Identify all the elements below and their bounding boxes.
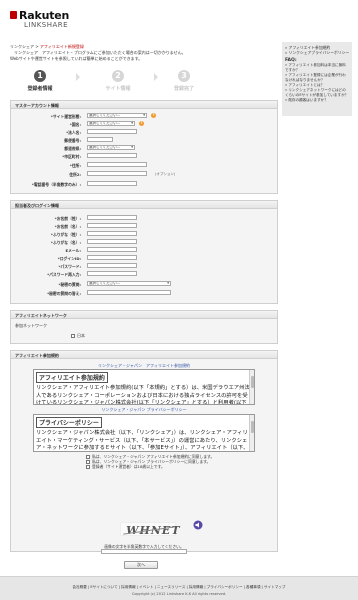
email-input[interactable] bbox=[87, 247, 137, 252]
last-name-input[interactable] bbox=[87, 215, 137, 220]
form-row: *住所: bbox=[11, 162, 277, 168]
section-title: 担当者及びログイン情報 bbox=[11, 201, 277, 209]
captcha-image: WHNET bbox=[120, 522, 182, 537]
site-type-select[interactable]: 選択してください... bbox=[87, 113, 147, 118]
master-account-section: マスターアカウント情報 *サイト運営形態: 選択してください... ? *国名:… bbox=[10, 100, 278, 194]
form-row: *秘密の質問の答え: bbox=[11, 290, 277, 296]
age-confirm-checkbox[interactable] bbox=[86, 465, 90, 469]
audio-captcha-icon[interactable] bbox=[192, 519, 204, 531]
terms-scrollbar[interactable] bbox=[249, 370, 254, 404]
form-row: 都道府県: 選択してください... bbox=[11, 145, 277, 151]
last-name-kana-input[interactable] bbox=[87, 231, 137, 236]
secret-question-select[interactable]: 選択してください... bbox=[87, 281, 171, 286]
privacy-text: リンクシェア・ジャパン株式会社（以下、「リンクシェア」）は、リンクシェア・アフィ… bbox=[36, 430, 249, 451]
terms-heading: アフィリエイト参加規約 bbox=[36, 372, 108, 383]
section-title: アフィリエイトネットワーク bbox=[11, 311, 277, 319]
footer-copyright: Copyright (c) 2012 Linkshare K.K All rig… bbox=[131, 592, 227, 596]
form-row: *お名前（姓）: bbox=[11, 215, 277, 221]
faq-item[interactable]: » アフィリエイト参加料は本当に無料ですか？ bbox=[285, 63, 349, 73]
step-indicator: 1 登録者情報 2 サイト情報 3 登録完了 bbox=[10, 70, 278, 96]
terms-box[interactable]: アフィリエイト参加規約 リンクシェア・アフィリエイト参加規約(以下「本規約」とす… bbox=[33, 369, 255, 405]
secret-answer-input[interactable] bbox=[87, 290, 171, 295]
privacy-scrollbar[interactable] bbox=[249, 415, 254, 451]
form-row: Eメール: bbox=[11, 247, 277, 253]
faq-item[interactable]: » リンクシェアネットワークにはどのくらいのEサイトが参加していますか？ bbox=[285, 88, 349, 98]
brand-sub: LINKSHARE bbox=[24, 21, 69, 29]
phone-input[interactable] bbox=[87, 181, 137, 186]
network-option[interactable]: 日本 bbox=[71, 333, 85, 339]
postal-code-input[interactable] bbox=[87, 137, 113, 142]
form-row: *国名: 選択してください... ? bbox=[11, 121, 277, 127]
form-row: *電話番号（半角数字のみ）: bbox=[11, 181, 277, 187]
city-input[interactable] bbox=[87, 153, 137, 158]
section-title: アフィリエイト参加規約 bbox=[11, 351, 277, 359]
address-input[interactable] bbox=[87, 162, 147, 167]
terms-text: リンクシェア・アフィリエイト参加規約(以下「本規約」とする）は、米国デラウエア州… bbox=[36, 385, 250, 405]
intro-text: リンクシェア アフィリエイト・プログラムにご参加いただく場合の案内は一切かかりま… bbox=[10, 50, 186, 61]
step-1: 1 登録者情報 bbox=[27, 70, 53, 92]
help-icon[interactable]: ? bbox=[139, 121, 144, 126]
footer: 会社概要 | Eサイトについて | 採用情報 | イベント | ニュースリリース… bbox=[0, 576, 358, 600]
step-2: 2 サイト情報 bbox=[105, 70, 131, 92]
first-name-input[interactable] bbox=[87, 223, 137, 228]
company-name-input[interactable] bbox=[87, 129, 137, 134]
next-button[interactable]: 次へ bbox=[124, 561, 158, 569]
header: Rakuten LINKSHARE bbox=[0, 0, 358, 34]
form-row: *パスワード: bbox=[11, 263, 277, 269]
form-row: *サイト運営形態: 選択してください... ? bbox=[11, 113, 277, 119]
form-row: *秘密の質問: 選択してください... bbox=[11, 281, 277, 287]
network-label: 参加ネットワーク bbox=[15, 323, 47, 328]
prefecture-select[interactable]: 選択してください... bbox=[87, 145, 135, 150]
faq-item[interactable]: » 既存の顧客はいますか？ bbox=[285, 98, 349, 103]
breadcrumb-home[interactable]: リンクシェア bbox=[10, 44, 34, 49]
form-row: *市区町村: bbox=[11, 153, 277, 159]
age-confirm-row[interactable]: 登録者（サイト運営者）は18歳以上です。 bbox=[86, 464, 165, 470]
step-arrow-icon bbox=[76, 73, 80, 81]
form-row: *ログインID: bbox=[11, 255, 277, 261]
form-row: *法人名: bbox=[11, 129, 277, 135]
sidebar: » アフィリエイト参加規約 » リンクシェアプライバシーポリシー FAQ: » … bbox=[282, 42, 352, 116]
breadcrumb-current: アフィリエイト新規登録 bbox=[39, 44, 84, 49]
country-select[interactable]: 選択してください... bbox=[87, 121, 135, 126]
password-confirm-input[interactable] bbox=[87, 271, 137, 276]
captcha-input[interactable] bbox=[101, 549, 187, 554]
help-icon[interactable]: ? bbox=[151, 113, 156, 118]
first-name-kana-input[interactable] bbox=[87, 239, 137, 244]
network-section: アフィリエイトネットワーク 参加ネットワーク 日本 bbox=[10, 310, 278, 344]
form-row: *ふりがな（姓）: bbox=[11, 231, 277, 237]
sidebar-link-privacy[interactable]: » リンクシェアプライバシーポリシー bbox=[285, 50, 349, 55]
network-checkbox[interactable] bbox=[71, 334, 75, 338]
contact-login-section: 担当者及びログイン情報 *お名前（姓）: *お名前（名）: *ふりがな（姓）: … bbox=[10, 200, 278, 304]
form-row: 住所2: (オプション) bbox=[69, 171, 176, 177]
password-input[interactable] bbox=[87, 263, 137, 268]
step-3: 3 登録完了 bbox=[173, 70, 194, 92]
login-id-input[interactable] bbox=[87, 255, 137, 260]
footer-links[interactable]: 会社概要 | Eサイトについて | 採用情報 | イベント | ニュースリリース… bbox=[0, 585, 358, 590]
section-title: マスターアカウント情報 bbox=[11, 101, 277, 109]
faq-item[interactable]: » アフィリエイト登録には企業が行わなければなりませんか？ bbox=[285, 73, 349, 83]
form-row: *パスワード再入力: bbox=[11, 271, 277, 277]
address2-input[interactable] bbox=[87, 171, 147, 176]
optional-note: (オプション) bbox=[155, 172, 176, 176]
privacy-heading: プライバシーポリシー bbox=[36, 417, 102, 428]
rakuten-mark-icon bbox=[10, 11, 17, 19]
privacy-link[interactable]: リンクシェア・ジャパン プライバシーポリシー bbox=[11, 407, 277, 413]
form-row: *ふりがな（名）: bbox=[11, 239, 277, 245]
privacy-box[interactable]: プライバシーポリシー リンクシェア・ジャパン株式会社（以下、「リンクシェア」）は… bbox=[33, 414, 255, 452]
form-row: 郵便番号: bbox=[11, 137, 277, 143]
form-row: *お名前（名）: bbox=[11, 223, 277, 229]
